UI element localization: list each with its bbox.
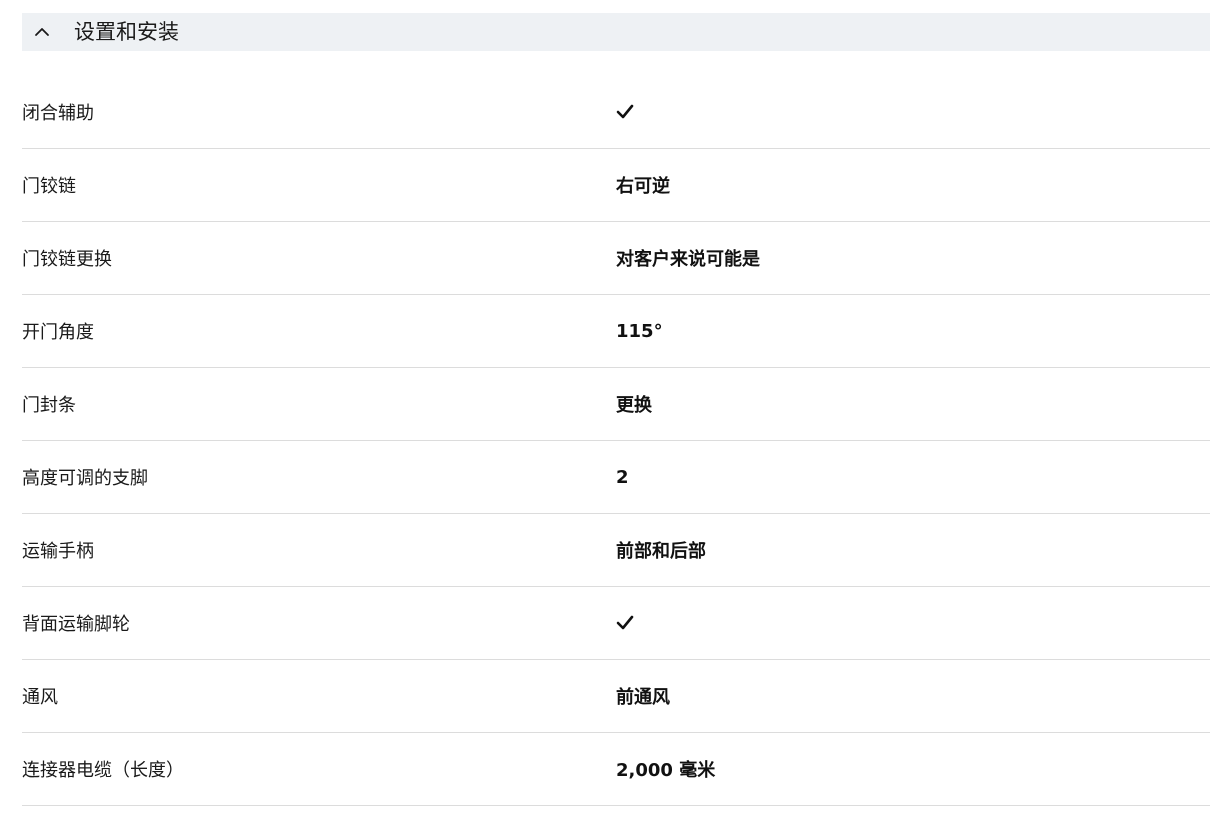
- spec-value: 前部和后部: [616, 541, 706, 562]
- spec-row: 通风 前通风: [22, 660, 1210, 733]
- chevron-up-icon[interactable]: [22, 13, 62, 51]
- spec-label: 门封条: [22, 395, 76, 416]
- spec-value: 115°: [616, 320, 663, 342]
- spec-row: 门铰链 右可逆: [22, 149, 1210, 222]
- setup-installation-section: 设置和安装 闭合辅助 门铰链 右可逆 门铰链更换 对客户来说可能是 开门角度 1…: [22, 13, 1210, 806]
- spec-label: 运输手柄: [22, 541, 94, 562]
- spec-value: 更换: [616, 395, 652, 416]
- spec-row: 开门角度 115°: [22, 295, 1210, 368]
- spec-label: 开门角度: [22, 322, 94, 343]
- spec-value: [616, 614, 1210, 632]
- spec-label: 通风: [22, 687, 58, 708]
- checkmark-icon: [616, 614, 1210, 632]
- spec-row: 门封条 更换: [22, 368, 1210, 441]
- spec-value: 前通风: [616, 687, 670, 708]
- section-title: 设置和安装: [74, 20, 179, 44]
- spec-row: 闭合辅助: [22, 76, 1210, 149]
- spec-label: 高度可调的支脚: [22, 468, 148, 489]
- spec-label: 门铰链: [22, 176, 76, 197]
- spec-value: [616, 103, 1210, 121]
- spec-value: 右可逆: [616, 176, 670, 197]
- spec-label: 连接器电缆（长度）: [22, 760, 184, 781]
- spec-row: 门铰链更换 对客户来说可能是: [22, 222, 1210, 295]
- spec-value: 对客户来说可能是: [616, 249, 760, 270]
- spec-label: 背面运输脚轮: [22, 614, 130, 635]
- checkmark-icon: [616, 103, 1210, 121]
- spec-label: 门铰链更换: [22, 249, 112, 270]
- spec-row: 连接器电缆（长度） 2,000 毫米: [22, 733, 1210, 806]
- spec-row: 背面运输脚轮: [22, 587, 1210, 660]
- spec-list: 闭合辅助 门铰链 右可逆 门铰链更换 对客户来说可能是 开门角度 115° 门封…: [22, 76, 1210, 806]
- section-header-toggle[interactable]: 设置和安装: [22, 13, 1210, 51]
- spec-value: 2,000 毫米: [616, 760, 716, 781]
- spec-row: 运输手柄 前部和后部: [22, 514, 1210, 587]
- spec-value: 2: [616, 466, 629, 488]
- spec-row: 高度可调的支脚 2: [22, 441, 1210, 514]
- spec-label: 闭合辅助: [22, 103, 94, 124]
